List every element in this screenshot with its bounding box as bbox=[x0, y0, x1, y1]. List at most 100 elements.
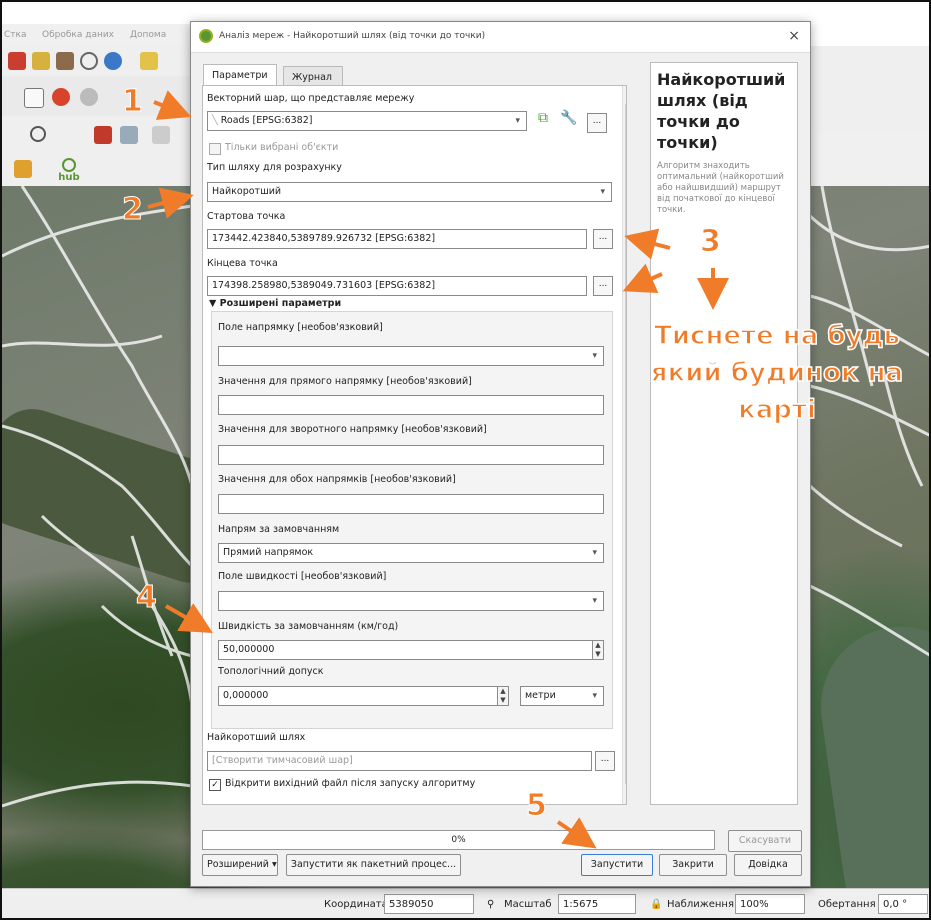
open-output-checkbox[interactable]: ✓ bbox=[209, 779, 221, 791]
qgis-hub-button[interactable]: hub bbox=[54, 158, 84, 183]
vector-layer-browse-button[interactable]: ... bbox=[587, 113, 607, 133]
road bbox=[808, 484, 903, 548]
cancel-button[interactable]: Скасувати bbox=[728, 830, 802, 852]
advanced-label: Розширені параметри bbox=[219, 298, 342, 309]
path-type-combo[interactable]: Найкоротший bbox=[207, 182, 612, 202]
speed-field-combo[interactable] bbox=[218, 591, 604, 611]
tolerance-unit-combo[interactable]: метри bbox=[520, 686, 604, 706]
scale-combo[interactable]: 1:5675 bbox=[558, 894, 636, 914]
scale-label: Масштаб bbox=[504, 899, 552, 910]
tab-log[interactable]: Журнал bbox=[283, 66, 343, 86]
close-icon[interactable]: × bbox=[788, 28, 800, 44]
toolbar-row-4: hub bbox=[2, 152, 192, 187]
bookmark-icon[interactable] bbox=[56, 52, 74, 70]
annotation-number-2: 2 bbox=[122, 192, 144, 228]
menu-item-help[interactable]: Допома bbox=[130, 30, 166, 40]
tolerance-input[interactable]: 0,000000 bbox=[218, 686, 498, 706]
speed-field-label: Поле швидкості [необов'язковий] bbox=[218, 571, 387, 582]
run-batch-button[interactable]: Запустити як пакетний процес... bbox=[286, 854, 461, 876]
menu-item-processing[interactable]: Обробка даних bbox=[42, 30, 114, 40]
menu-item-ctka[interactable]: Стка bbox=[4, 30, 26, 40]
iterate-icon[interactable]: ⧉ bbox=[533, 111, 553, 131]
measure-icon[interactable] bbox=[140, 52, 158, 70]
road bbox=[809, 584, 929, 657]
wrench-icon[interactable]: 🔧 bbox=[559, 111, 579, 131]
backward-value-label: Значення для зворотного напрямку [необов… bbox=[218, 424, 487, 435]
redo-icon[interactable] bbox=[80, 88, 98, 106]
help-text: Алгоритм знаходить оптимальний (найкорот… bbox=[657, 161, 784, 215]
toolbar-row-3 bbox=[2, 116, 192, 153]
end-point-label: Кінцева точка bbox=[207, 258, 278, 269]
qgis-window: Стка Обробка даних Допома hub Координата… bbox=[0, 0, 931, 920]
tolerance-spinner[interactable]: ▲ ▼ bbox=[497, 686, 509, 706]
selected-only-checkbox[interactable] bbox=[209, 143, 221, 155]
direction-field-combo[interactable] bbox=[218, 346, 604, 366]
annotation-number-3: 3 bbox=[700, 224, 722, 260]
toolbar-row-1 bbox=[2, 46, 192, 77]
clock-icon[interactable] bbox=[80, 52, 98, 70]
both-value-label: Значення для обох напрямків [необов'язко… bbox=[218, 474, 456, 485]
line-layer-icon: ╲ bbox=[212, 115, 221, 126]
open-output-label: Відкрити вихідний файл після запуску алг… bbox=[225, 778, 476, 789]
scale-icon[interactable]: ⚲ bbox=[487, 899, 494, 910]
lock-icon[interactable]: 🔒 bbox=[650, 899, 662, 910]
rotation-field[interactable]: 0,0 ° bbox=[878, 894, 928, 914]
default-speed-input[interactable]: 50,000000 bbox=[218, 640, 593, 660]
help-title: Найкоротший шлях (від точки до точки) bbox=[657, 70, 786, 152]
edit-icon[interactable] bbox=[94, 126, 112, 144]
coordinate-field[interactable]: 5389050 174398 bbox=[384, 894, 474, 914]
help-panel: Найкоротший шлях (від точки до точки) Ал… bbox=[650, 62, 798, 805]
start-point-field[interactable]: 173442.423840,5389789.926732 [EPSG:6382] bbox=[207, 229, 587, 249]
clipboard-icon[interactable] bbox=[24, 88, 44, 108]
vector-layer-combo[interactable]: ╲ Roads [EPSG:6382] bbox=[207, 111, 527, 131]
end-point-field[interactable]: 174398.258980,5389049.731603 [EPSG:6382] bbox=[207, 276, 587, 296]
help-button[interactable]: Довідка bbox=[734, 854, 802, 876]
menu-bar: Стка Обробка даних Допома bbox=[2, 24, 202, 46]
both-value-input[interactable] bbox=[218, 494, 604, 514]
undo-icon[interactable] bbox=[52, 88, 70, 106]
tab-parameters[interactable]: Параметри bbox=[203, 64, 277, 86]
identify-icon[interactable] bbox=[30, 126, 46, 142]
qgis-logo-icon bbox=[199, 29, 213, 43]
run-button[interactable]: Запустити bbox=[581, 854, 653, 876]
panel-scrollbar[interactable] bbox=[622, 86, 626, 804]
vector-layer-label: Векторний шар, що представляє мережу bbox=[207, 93, 415, 104]
start-point-label: Стартова точка bbox=[207, 211, 286, 222]
attribute-icon[interactable] bbox=[32, 52, 50, 70]
road bbox=[2, 780, 193, 808]
advanced-menu-button[interactable]: Розширений ▾ bbox=[202, 854, 278, 876]
status-bar: Координата 5389050 174398 ⚲ Масштаб 1:56… bbox=[2, 888, 929, 918]
node-tool-icon[interactable] bbox=[152, 126, 170, 144]
magnifier-field[interactable]: 100% bbox=[735, 894, 805, 914]
rotation-label: Обертання bbox=[818, 899, 876, 910]
layer-icon[interactable] bbox=[8, 52, 26, 70]
close-button[interactable]: Закрити bbox=[659, 854, 727, 876]
default-speed-spinner[interactable]: ▲ ▼ bbox=[592, 640, 604, 660]
selected-only-label: Тільки вибрані об'єкти bbox=[225, 142, 339, 153]
output-field[interactable]: [Створити тимчасовий шар] bbox=[207, 751, 592, 771]
chevron-down-icon: ▾ bbox=[271, 859, 277, 870]
hub-label: hub bbox=[58, 172, 80, 183]
forward-value-input[interactable] bbox=[218, 395, 604, 415]
refresh-icon[interactable] bbox=[104, 52, 122, 70]
road bbox=[2, 334, 163, 348]
start-point-pick-button[interactable]: ... bbox=[593, 229, 613, 249]
right-toolbar-3 bbox=[810, 132, 929, 186]
right-toolbar-2 bbox=[810, 76, 929, 132]
advanced-group: Поле напрямку [необов'язковий] Значення … bbox=[211, 311, 613, 729]
digitize-icon[interactable] bbox=[120, 126, 138, 144]
backward-value-input[interactable] bbox=[218, 445, 604, 465]
default-direction-combo[interactable]: Прямий напрямок bbox=[218, 543, 604, 563]
plugin-icon[interactable] bbox=[14, 160, 32, 178]
scrollbar-thumb[interactable] bbox=[625, 104, 626, 784]
default-direction-label: Напрям за замовчанням bbox=[218, 524, 340, 535]
end-point-pick-button[interactable]: ... bbox=[593, 276, 613, 296]
annotation-instruction: Тиснете на будь який будинок на карті bbox=[650, 320, 904, 426]
road bbox=[2, 424, 194, 568]
annotation-number-5: 5 bbox=[526, 788, 548, 824]
annotation-number-4: 4 bbox=[136, 580, 158, 616]
road bbox=[40, 514, 194, 707]
advanced-toggle[interactable]: ▼ Розширені параметри bbox=[209, 298, 341, 309]
output-browse-button[interactable]: ... bbox=[595, 751, 615, 771]
magnifier-label: Наближення bbox=[667, 899, 734, 910]
